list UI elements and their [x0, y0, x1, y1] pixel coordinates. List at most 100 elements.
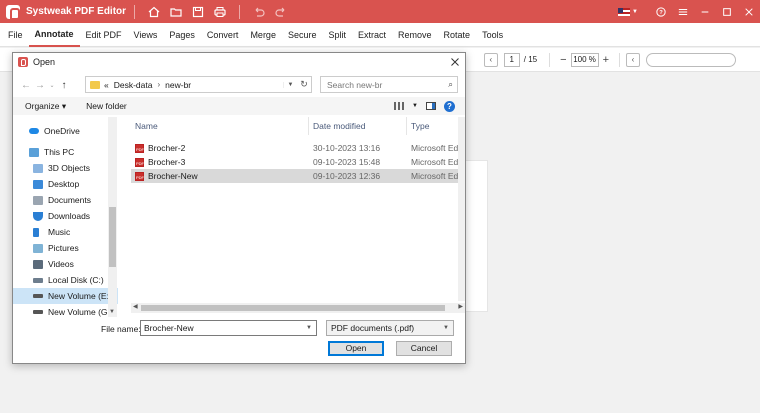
help-icon[interactable]: ?	[444, 100, 455, 112]
menu-tools[interactable]: Tools	[476, 23, 509, 47]
pdf-file-icon: PDF	[135, 157, 144, 167]
scrollbar-thumb[interactable]	[141, 305, 445, 311]
zoom-input[interactable]: 100 %	[570, 52, 599, 67]
menu-icon[interactable]	[672, 1, 694, 23]
chevron-down-icon[interactable]: ▼	[306, 321, 312, 335]
prev-page-button[interactable]: ‹	[483, 52, 498, 67]
chevron-right-icon: ›	[157, 80, 161, 89]
chevron-down-icon[interactable]: ▼	[109, 309, 115, 315]
command-bar: Organize ▾ New folder ▼ ?	[13, 97, 465, 115]
column-type[interactable]: Type	[407, 117, 465, 135]
forward-arrow-icon[interactable]: →	[33, 80, 47, 91]
view-options-icon[interactable]	[394, 102, 405, 110]
language-flag-icon[interactable]	[618, 7, 631, 16]
nav-3d-objects[interactable]: 3D Objects	[13, 160, 118, 176]
address-bar[interactable]: « Desk-data › new-br ▼ ↻	[85, 76, 312, 93]
separator	[549, 52, 551, 67]
nav-this-pc[interactable]: This PC	[13, 144, 118, 160]
up-arrow-icon[interactable]: ↑	[57, 80, 71, 91]
back-arrow-icon[interactable]: ←	[19, 80, 33, 91]
onedrive-icon	[29, 128, 39, 134]
filename-input[interactable]: Brocher-New ▼	[140, 320, 317, 336]
preview-pane-icon[interactable]	[426, 102, 436, 110]
nav-downloads[interactable]: Downloads	[13, 208, 118, 224]
menu-rotate[interactable]: Rotate	[438, 23, 477, 47]
nav-videos[interactable]: Videos	[13, 256, 118, 272]
file-list-vertical-scrollbar[interactable]	[458, 117, 465, 301]
menu-pages[interactable]: Pages	[163, 23, 201, 47]
menu-extract[interactable]: Extract	[352, 23, 392, 47]
nav-desktop[interactable]: Desktop	[13, 176, 118, 192]
minimize-icon[interactable]	[694, 1, 716, 23]
menu-remove[interactable]: Remove	[392, 23, 438, 47]
menu-views[interactable]: Views	[128, 23, 164, 47]
menu-bar: File Annotate Edit PDF Views Pages Conve…	[0, 23, 760, 47]
breadcrumb-desk-data[interactable]: Desk-data	[114, 80, 153, 90]
menu-merge[interactable]: Merge	[244, 23, 282, 47]
search-prev-button[interactable]: ‹	[626, 52, 640, 67]
help-icon[interactable]: ?	[650, 1, 672, 23]
menu-convert[interactable]: Convert	[201, 23, 245, 47]
chevron-down-icon[interactable]: ▼	[283, 81, 297, 88]
nav-documents[interactable]: Documents	[13, 192, 118, 208]
maximize-icon[interactable]	[716, 1, 738, 23]
zoom-out-button[interactable]: −	[560, 54, 566, 66]
file-type-select[interactable]: PDF documents (.pdf) ▼	[326, 320, 454, 336]
app-title: Systweak PDF Editor	[26, 6, 127, 17]
scrollbar-thumb[interactable]	[109, 207, 116, 267]
desktop-icon	[33, 179, 43, 189]
search-input[interactable]: Search new-br ⌕	[320, 76, 458, 93]
cancel-button[interactable]: Cancel	[396, 341, 452, 356]
column-name[interactable]: Name	[131, 117, 309, 135]
refresh-icon[interactable]: ↻	[297, 79, 311, 90]
menu-file[interactable]: File	[2, 23, 29, 47]
open-button[interactable]: Open	[328, 341, 384, 356]
menu-edit-pdf[interactable]: Edit PDF	[80, 23, 128, 47]
organize-button[interactable]: Organize ▾	[25, 101, 66, 112]
chevron-down-icon[interactable]: ▼	[412, 103, 418, 109]
nav-onedrive[interactable]: OneDrive	[13, 123, 118, 139]
documents-icon	[33, 195, 43, 205]
videos-icon	[33, 259, 43, 269]
chevron-left-icon[interactable]: ◀	[133, 303, 138, 310]
document-search-input[interactable]	[646, 52, 736, 67]
new-folder-button[interactable]: New folder	[86, 101, 127, 111]
zoom-in-button[interactable]: +	[603, 54, 609, 66]
filename-label: File name:	[101, 324, 141, 334]
search-icon: ⌕	[448, 79, 453, 89]
chevron-down-icon: ▼	[443, 325, 449, 331]
page-number-input[interactable]: 1	[503, 52, 520, 67]
file-row[interactable]: PDF Brocher-3 09-10-2023 15:48 Microsoft …	[131, 155, 465, 169]
print-icon[interactable]	[209, 1, 231, 23]
file-row[interactable]: PDF Brocher-2 30-10-2023 13:16 Microsoft …	[131, 141, 465, 155]
redo-icon[interactable]	[270, 1, 292, 23]
nav-music[interactable]: Music	[13, 224, 118, 240]
dialog-title: Open	[33, 57, 56, 67]
undo-icon[interactable]	[248, 1, 270, 23]
nav-local-disk-c[interactable]: Local Disk (C:)	[13, 272, 118, 288]
chevron-down-icon[interactable]: ▼	[632, 9, 638, 15]
menu-annotate[interactable]: Annotate	[28, 23, 80, 47]
nav-pictures[interactable]: Pictures	[13, 240, 118, 256]
address-row: ← → ⌄ ↑ « Desk-data › new-br ▼ ↻ Search …	[13, 75, 465, 95]
save-icon[interactable]	[187, 1, 209, 23]
file-row-selected[interactable]: PDF Brocher-New 09-10-2023 12:36 Microsof…	[131, 169, 465, 183]
nav-new-volume-e[interactable]: New Volume (E:)	[13, 288, 118, 304]
chevron-right-icon[interactable]: ▶	[458, 303, 463, 310]
breadcrumb-overflow[interactable]: «	[104, 80, 109, 90]
close-icon[interactable]	[738, 1, 760, 23]
file-list-horizontal-scrollbar[interactable]: ◀ ▶	[131, 303, 465, 313]
open-folder-icon[interactable]	[165, 1, 187, 23]
page-total: / 15	[523, 55, 538, 64]
pdf-file-icon: PDF	[135, 171, 144, 181]
close-icon[interactable]	[445, 53, 465, 71]
nav-new-volume-g[interactable]: New Volume (G:	[13, 304, 118, 317]
breadcrumb-new-br[interactable]: new-br	[165, 80, 191, 90]
search-placeholder: Search new-br	[327, 79, 383, 90]
column-date-modified[interactable]: Date modified	[309, 117, 407, 135]
recent-chevron-icon[interactable]: ⌄	[47, 82, 57, 89]
home-icon[interactable]	[143, 1, 165, 23]
menu-split[interactable]: Split	[322, 23, 352, 47]
menu-secure[interactable]: Secure	[282, 23, 323, 47]
nav-scrollbar[interactable]: ▼	[108, 117, 117, 317]
